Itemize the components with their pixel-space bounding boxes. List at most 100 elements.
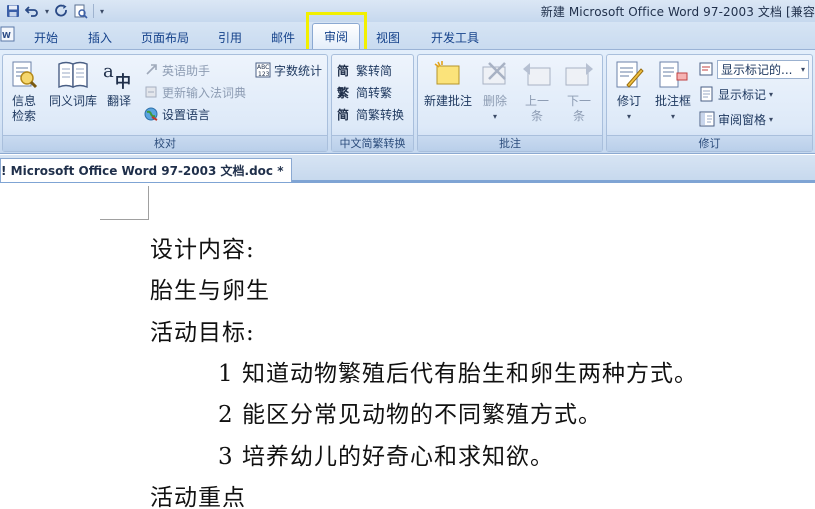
- trad-to-simp-label: 繁转简: [356, 63, 393, 78]
- research-button[interactable]: 信息 检索: [7, 59, 41, 124]
- next-label-1: 下一: [566, 94, 591, 108]
- conversion-label: 简繁转换: [356, 107, 405, 122]
- reviewing-pane-button[interactable]: 审阅窗格 ▾: [699, 110, 773, 128]
- previous-comment-icon: [523, 63, 551, 86]
- display-dropdown-caret-icon: ▾: [800, 65, 805, 74]
- word-window: ▾ ▾ 新建 Microsoft Office Word 97-2003 文档 …: [0, 0, 815, 509]
- document-tab[interactable]: ! Microsoft Office Word 97-2003 文档.doc *: [0, 158, 293, 182]
- svg-text:简: 简: [337, 107, 349, 122]
- doc-line-6: 3 培养幼儿的好奇心和求知欲。: [218, 444, 554, 470]
- delete-dropdown-icon: ▾: [492, 112, 497, 121]
- chinese-conversion-group: 简 繁转简 繁 简转繁 简 简繁转换 中文简繁转换: [331, 54, 414, 152]
- word-count-label: 字数统计: [274, 63, 323, 78]
- track-changes-icon: [616, 61, 644, 88]
- doc-line-7: 活动重点: [150, 485, 246, 509]
- reviewing-pane-label: 审阅窗格: [718, 112, 767, 127]
- balloons-dropdown-icon: ▾: [670, 112, 675, 121]
- tracking-group-label: 修订: [607, 135, 812, 151]
- doc-line-3: 活动目标:: [150, 320, 255, 346]
- office-logo-icon: W: [0, 26, 15, 42]
- document-tab-label: ! Microsoft Office Word 97-2003 文档.doc *: [1, 164, 284, 178]
- svg-text:123: 123: [258, 71, 270, 78]
- undo-dropdown-icon[interactable]: ▾: [42, 7, 52, 16]
- ribbon-tabs: W 开始 插入 页面布局 引用 邮件 审阅 视图 开发工具: [0, 22, 815, 49]
- tab-page-layout[interactable]: 页面布局: [130, 27, 200, 47]
- svg-text:中: 中: [115, 72, 131, 91]
- proofing-group-label: 校对: [3, 135, 327, 151]
- previous-label-2: 条: [530, 109, 543, 123]
- tab-developer[interactable]: 开发工具: [418, 27, 492, 47]
- window-title: 新建 Microsoft Office Word 97-2003 文档 [兼容: [540, 5, 815, 19]
- thesaurus-label: 同义词库: [48, 94, 97, 108]
- undo-icon: [25, 6, 38, 17]
- undo-button[interactable]: [23, 2, 41, 20]
- tab-review[interactable]: 审阅: [312, 23, 360, 49]
- reviewing-pane-dropdown-icon: ▾: [769, 114, 774, 124]
- update-ime-icon: [145, 86, 157, 98]
- english-assistant-icon: [146, 64, 157, 75]
- tab-references[interactable]: 引用: [206, 27, 254, 47]
- new-comment-button[interactable]: 新建批注: [420, 59, 476, 109]
- tab-insert[interactable]: 插入: [76, 27, 124, 47]
- set-language-button[interactable]: 设置语言: [143, 105, 210, 123]
- delete-comment-button[interactable]: 删除 ▾: [476, 59, 514, 124]
- translate-button[interactable]: a 中 翻译: [101, 59, 137, 109]
- thesaurus-book-icon: [58, 61, 88, 89]
- trad-to-simp-button[interactable]: 简 繁转简: [337, 61, 392, 79]
- customize-qat-icon[interactable]: ▾: [97, 7, 107, 16]
- document-area[interactable]: 设计内容: 胎生与卵生 活动目标: 1 知道动物繁殖后代有胎生和卵生两种方式。 …: [0, 186, 815, 509]
- svg-text:ABC: ABC: [257, 64, 269, 71]
- doc-line-2: 胎生与卵生: [150, 278, 270, 304]
- delete-comment-label: 删除: [482, 94, 507, 108]
- ribbon: 信息 检索 同义词库 a 中 翻译 英语助手 更新输入法词典 设置语言 ABC …: [0, 49, 815, 154]
- update-ime-label: 更新输入法词典: [162, 85, 247, 100]
- save-button[interactable]: [4, 2, 22, 20]
- redo-button[interactable]: [52, 2, 70, 20]
- tab-view[interactable]: 视图: [364, 27, 412, 47]
- track-changes-label: 修订: [616, 94, 641, 108]
- next-comment-button[interactable]: 下一 条: [560, 59, 598, 124]
- previous-comment-button[interactable]: 上一 条: [518, 59, 556, 124]
- tab-mailings[interactable]: 邮件: [260, 27, 306, 47]
- delete-comment-icon: [482, 62, 506, 85]
- comments-group-label: 批注: [418, 135, 602, 151]
- track-changes-dropdown-icon: ▾: [626, 112, 631, 121]
- redo-icon: [55, 4, 67, 17]
- show-markup-button[interactable]: 显示标记 ▾: [699, 85, 773, 103]
- conversion-button[interactable]: 简 简繁转换: [337, 105, 404, 123]
- research-label-1: 信息: [11, 94, 36, 108]
- thesaurus-button[interactable]: 同义词库: [45, 59, 101, 109]
- display-for-review-control[interactable]: [699, 60, 718, 78]
- translate-label: 翻译: [106, 94, 131, 108]
- display-for-review-value: 显示标记的...: [721, 63, 793, 77]
- english-assistant-label: 英语助手: [162, 63, 211, 78]
- proofing-group: 信息 检索 同义词库 a 中 翻译 英语助手 更新输入法词典 设置语言 ABC …: [2, 54, 328, 152]
- save-icon: [7, 5, 19, 17]
- tab-home[interactable]: 开始: [20, 27, 72, 47]
- display-for-review-dropdown[interactable]: 显示标记的... ▾: [717, 60, 809, 79]
- svg-text:a: a: [103, 61, 114, 82]
- next-comment-icon: [565, 63, 593, 86]
- balloons-button[interactable]: 批注框 ▾: [651, 59, 695, 124]
- simp-to-trad-icon: 繁: [337, 85, 350, 100]
- svg-text:简: 简: [337, 63, 349, 78]
- word-count-button[interactable]: ABC 123 字数统计: [255, 61, 322, 79]
- svg-text:繁: 繁: [337, 85, 350, 100]
- balloons-label: 批注框: [654, 94, 691, 108]
- set-language-icon: [144, 107, 158, 121]
- chinese-group-label: 中文简繁转换: [332, 135, 413, 151]
- next-label-2: 条: [572, 109, 585, 123]
- track-changes-button[interactable]: 修订 ▾: [611, 59, 647, 124]
- conversion-icon: 简: [337, 107, 349, 122]
- reviewing-pane-icon: [699, 111, 715, 127]
- office-button[interactable]: W: [0, 25, 16, 43]
- title-bar: ▾ ▾ 新建 Microsoft Office Word 97-2003 文档 …: [0, 0, 815, 22]
- update-ime-button[interactable]: 更新输入法词典: [143, 83, 246, 101]
- research-label-2: 检索: [11, 109, 36, 123]
- translate-icon: a 中: [103, 61, 131, 91]
- print-preview-button[interactable]: [71, 2, 89, 20]
- english-assistant-button[interactable]: 英语助手: [143, 61, 210, 79]
- comments-group: 新建批注 删除 ▾ 上一 条 下一 条 批注: [417, 54, 603, 152]
- margin-corner-mark-horizontal: [100, 219, 148, 220]
- simp-to-trad-button[interactable]: 繁 简转繁: [337, 83, 392, 101]
